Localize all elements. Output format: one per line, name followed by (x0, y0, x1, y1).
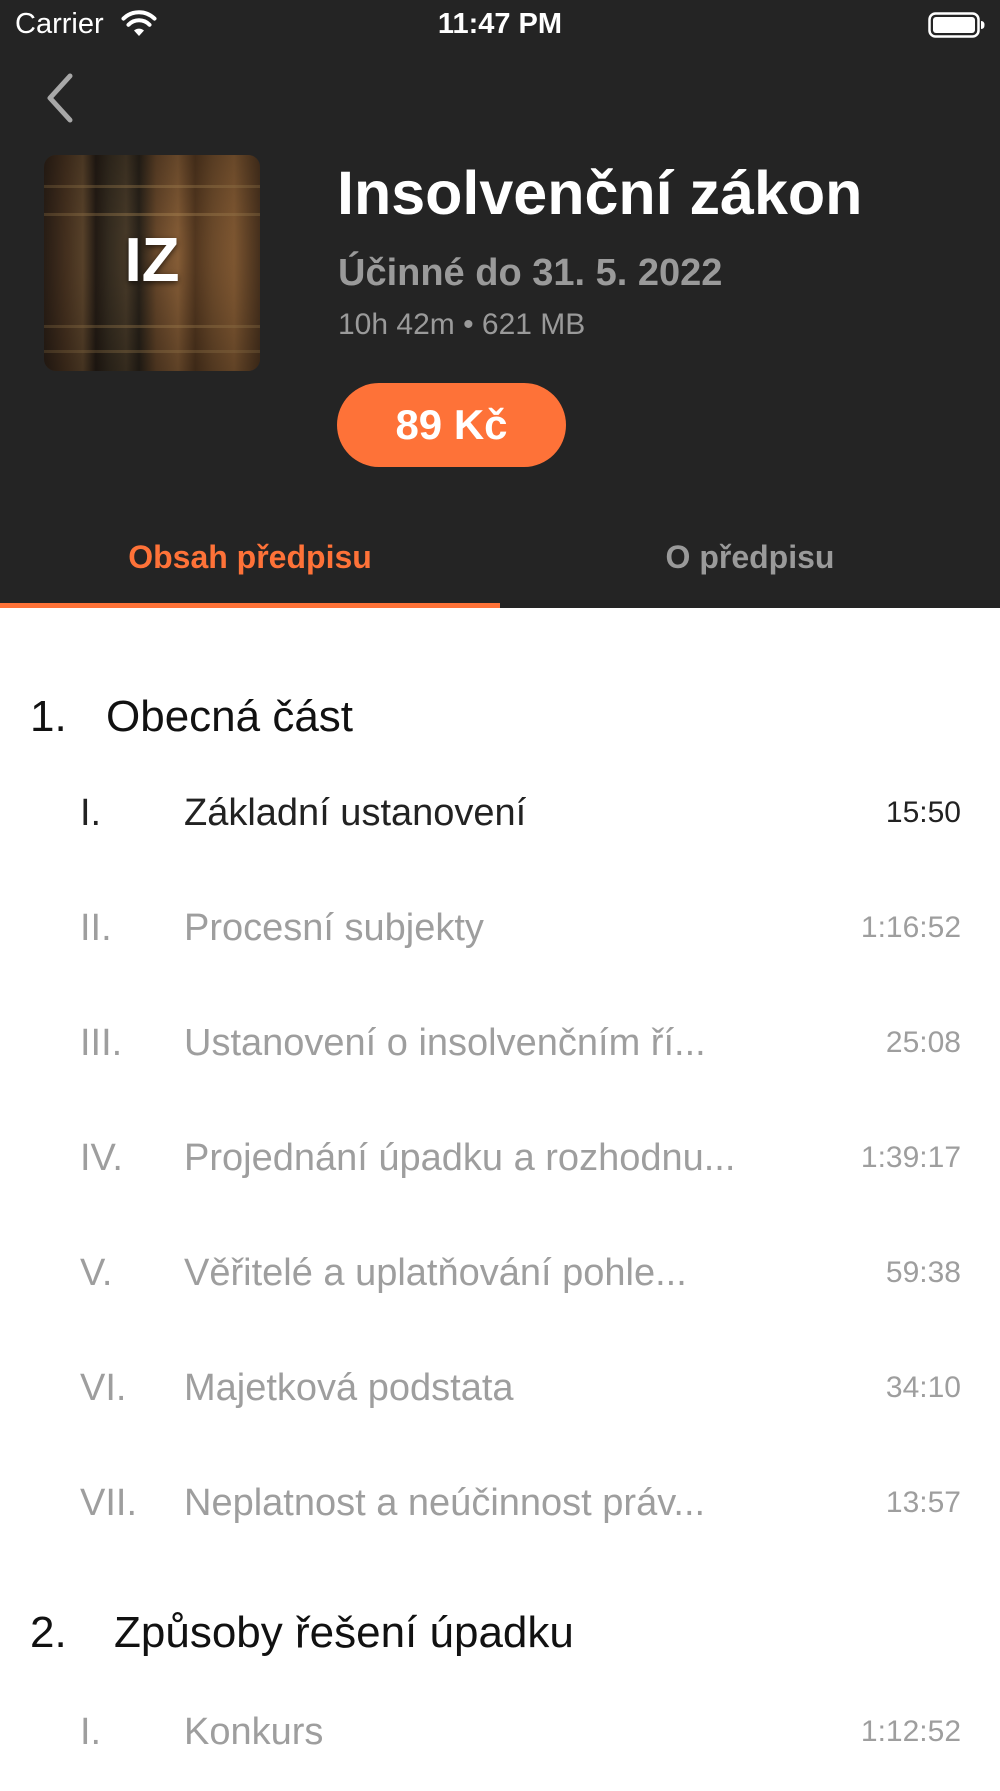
book-meta: 10h 42m • 621 MB (338, 308, 586, 341)
chapter-number: VII. (80, 1482, 138, 1524)
chapter-row[interactable]: V. Věřitelé a uplatňování pohle... 59:38 (0, 1252, 1000, 1332)
chapter-number: I. (80, 1711, 102, 1753)
chapter-title: Neplatnost a neúčinnost práv... (184, 1482, 706, 1524)
chevron-left-icon[interactable] (40, 70, 84, 126)
chapter-duration: 1:39:17 (860, 1141, 961, 1174)
tab-about[interactable]: O předpisu (500, 510, 1000, 608)
chapter-number: I. (80, 792, 102, 834)
chapter-duration: 34:10 (885, 1371, 961, 1404)
chapter-duration: 25:08 (885, 1026, 961, 1059)
chapter-row[interactable]: II. Procesní subjekty 1:16:52 (0, 907, 1000, 987)
chapter-number: IV. (80, 1137, 123, 1179)
buy-button[interactable]: 89 Kč (337, 383, 566, 467)
section-title: Způsoby řešení úpadku (114, 1608, 574, 1657)
battery-icon (928, 12, 985, 38)
section-number: 2. (30, 1608, 67, 1657)
chapter-row[interactable]: IV. Projednání úpadku a rozhodnu... 1:39… (0, 1137, 1000, 1217)
chapter-row[interactable]: VII. Neplatnost a neúčinnost práv... 13:… (0, 1482, 1000, 1562)
chapter-title: Základní ustanovení (184, 792, 527, 834)
chapter-title: Konkurs (184, 1711, 324, 1753)
chapter-duration: 1:12:52 (860, 1715, 961, 1748)
chapter-number: III. (80, 1022, 123, 1064)
chapter-number: VI. (80, 1367, 127, 1409)
chapter-row[interactable]: I. Základní ustanovení 15:50 (0, 792, 1000, 872)
tab-indicator (0, 603, 500, 608)
book-header: Carrier 11:47 PM IZ Insolvenční zákon Úč… (0, 0, 1000, 608)
chapter-duration: 59:38 (885, 1256, 961, 1289)
chapter-number: V. (80, 1252, 113, 1294)
chapter-row[interactable]: VI. Majetková podstata 34:10 (0, 1367, 1000, 1447)
section-title: Obecná část (106, 692, 354, 741)
section-number: 1. (30, 692, 67, 741)
chapter-number: II. (80, 907, 112, 949)
status-bar: Carrier 11:47 PM (0, 0, 1000, 52)
cover-initials: IZ (124, 226, 180, 295)
chapter-row[interactable]: I. Konkurs 1:12:52 (0, 1711, 1000, 1791)
tab-contents[interactable]: Obsah předpisu (0, 510, 500, 608)
chapter-title: Projednání úpadku a rozhodnu... (184, 1137, 736, 1179)
chapter-duration: 15:50 (885, 796, 961, 829)
chapter-row[interactable]: III. Ustanovení o insolvenčním ří... 25:… (0, 1022, 1000, 1102)
book-validity: Účinné do 31. 5. 2022 (338, 252, 723, 294)
chapter-duration: 13:57 (885, 1486, 961, 1519)
book-title: Insolvenční zákon (337, 159, 863, 227)
tab-bar: Obsah předpisu O předpisu (0, 510, 1000, 608)
book-cover: IZ (44, 155, 260, 371)
chapter-title: Věřitelé a uplatňování pohle... (184, 1252, 687, 1294)
chapter-title: Majetková podstata (184, 1367, 514, 1409)
status-time: 11:47 PM (437, 8, 563, 40)
chapter-title: Ustanovení o insolvenčním ří... (184, 1022, 706, 1064)
chapter-duration: 1:16:52 (860, 911, 961, 944)
chapter-title: Procesní subjekty (184, 907, 484, 949)
